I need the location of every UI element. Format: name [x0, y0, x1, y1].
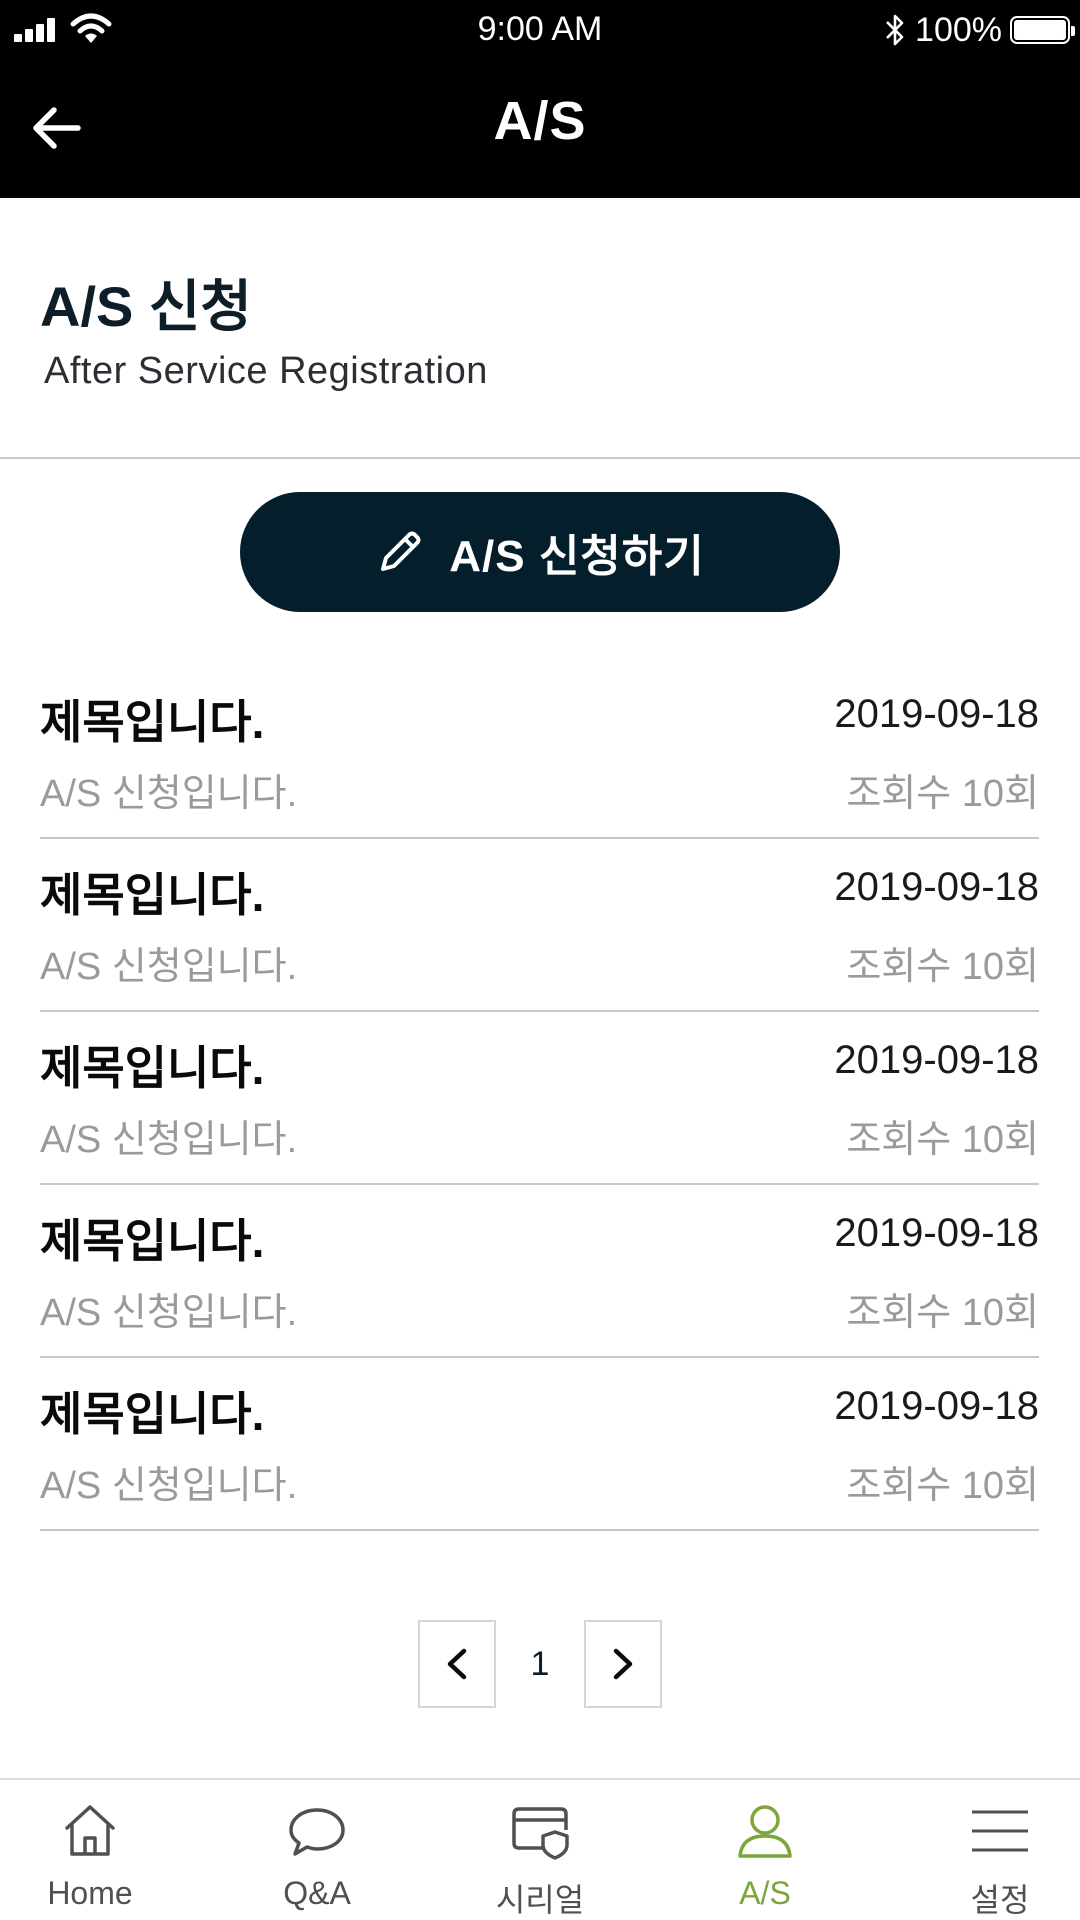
bottom-tab-bar: Home Q&A 시리얼 A/S 설정 [0, 1778, 1080, 1920]
bluetooth-icon [886, 14, 904, 46]
pencil-icon [381, 531, 421, 571]
item-view-count: 조회수 10회 [846, 1119, 1039, 1161]
list-item[interactable]: 제목입니다. 2019-09-18 A/S 신청입니다. 조회수 10회 [40, 839, 1039, 1012]
chevron-right-icon [613, 1648, 633, 1680]
menu-icon [972, 1810, 1028, 1852]
battery-icon [1010, 16, 1075, 44]
current-page-number[interactable]: 1 [496, 1645, 584, 1684]
tab-settings[interactable]: 설정 [910, 1780, 1080, 1920]
chevron-left-icon [447, 1648, 467, 1680]
as-post-list: 제목입니다. 2019-09-18 A/S 신청입니다. 조회수 10회 제목입… [40, 666, 1039, 1531]
item-description: A/S 신청입니다. [40, 1465, 298, 1507]
status-bar: 9:00 AM 100% [0, 0, 1080, 60]
as-apply-button-label: A/S 신청하기 [449, 532, 705, 581]
header-divider [0, 457, 1080, 459]
battery-percentage: 100% [915, 10, 1002, 49]
home-icon [65, 1805, 115, 1856]
user-icon [738, 1805, 792, 1858]
item-date: 2019-09-18 [834, 1384, 1039, 1428]
status-right: 100% [883, 8, 1075, 52]
item-date: 2019-09-18 [834, 1211, 1039, 1255]
nav-title: A/S [493, 91, 587, 151]
page-subtitle: After Service Registration [44, 350, 488, 392]
item-date: 2019-09-18 [834, 692, 1039, 736]
list-item[interactable]: 제목입니다. 2019-09-18 A/S 신청입니다. 조회수 10회 [40, 1358, 1039, 1531]
list-item[interactable]: 제목입니다. 2019-09-18 A/S 신청입니다. 조회수 10회 [40, 666, 1039, 839]
item-view-count: 조회수 10회 [846, 1465, 1039, 1507]
item-title: 제목입니다. [40, 869, 265, 921]
prev-page-button[interactable] [418, 1620, 496, 1708]
tab-qna[interactable]: Q&A [227, 1780, 407, 1920]
as-apply-button[interactable]: A/S 신청하기 [240, 492, 840, 612]
page-title: A/S 신청 [40, 275, 252, 338]
item-title: 제목입니다. [40, 1042, 265, 1094]
item-view-count: 조회수 10회 [846, 1292, 1039, 1334]
item-title: 제목입니다. [40, 696, 265, 748]
list-item[interactable]: 제목입니다. 2019-09-18 A/S 신청입니다. 조회수 10회 [40, 1012, 1039, 1185]
tab-serial-label: 시리얼 [495, 1882, 585, 1918]
tab-home[interactable]: Home [0, 1780, 180, 1920]
item-description: A/S 신청입니다. [40, 946, 298, 988]
item-description: A/S 신청입니다. [40, 1119, 298, 1161]
item-description: A/S 신청입니다. [40, 773, 298, 815]
nav-bar: A/S [0, 60, 1080, 198]
tab-as-label: A/S [739, 1875, 791, 1911]
item-view-count: 조회수 10회 [846, 946, 1039, 988]
chat-bubble-icon [289, 1808, 345, 1856]
tab-qna-label: Q&A [283, 1875, 351, 1911]
tab-settings-label: 설정 [970, 1882, 1030, 1918]
item-date: 2019-09-18 [834, 865, 1039, 909]
pagination: 1 [418, 1620, 662, 1708]
item-view-count: 조회수 10회 [846, 773, 1039, 815]
tab-home-label: Home [47, 1875, 133, 1911]
as-page: 9:00 AM 100% A/S A/S 신청 After Service Re… [0, 0, 1080, 1920]
list-item[interactable]: 제목입니다. 2019-09-18 A/S 신청입니다. 조회수 10회 [40, 1185, 1039, 1358]
item-date: 2019-09-18 [834, 1038, 1039, 1082]
item-title: 제목입니다. [40, 1215, 265, 1267]
tab-as[interactable]: A/S [675, 1780, 855, 1920]
card-shield-icon [512, 1807, 569, 1860]
next-page-button[interactable] [584, 1620, 662, 1708]
tab-serial[interactable]: 시리얼 [450, 1780, 630, 1920]
item-title: 제목입니다. [40, 1388, 265, 1440]
item-description: A/S 신청입니다. [40, 1292, 298, 1334]
